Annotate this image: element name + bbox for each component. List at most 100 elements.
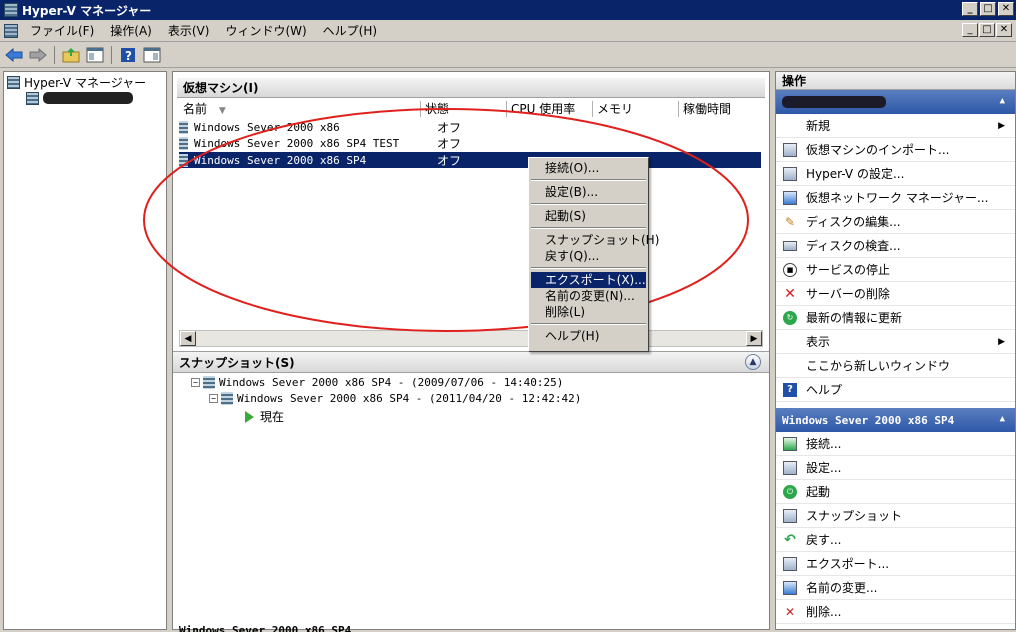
vm-action-revert[interactable]: ↶ 戻す... xyxy=(776,528,1015,552)
server-icon xyxy=(26,91,39,105)
scroll-right-icon[interactable]: ▶ xyxy=(746,331,762,346)
context-start[interactable]: 起動(S) xyxy=(529,208,648,224)
vm-action-start[interactable]: ⏻ 起動 xyxy=(776,480,1015,504)
forward-button[interactable] xyxy=(28,45,48,65)
edit-disk-icon: ✎ xyxy=(784,214,796,229)
toolbar-separator xyxy=(54,45,55,64)
menu-action[interactable]: 操作(A) xyxy=(102,22,160,39)
context-settings[interactable]: 設定(B)... xyxy=(529,184,648,200)
action-hyperv-settings[interactable]: Hyper-V の設定... xyxy=(776,162,1015,186)
redacted-server-name xyxy=(782,96,886,108)
column-memory[interactable]: メモリ xyxy=(593,101,679,117)
import-icon xyxy=(782,142,798,158)
vm-row[interactable]: Windows Sever 2000 x86 オフ xyxy=(179,119,761,135)
action-stop-service[interactable]: ■ サービスの停止 xyxy=(776,258,1015,282)
context-export[interactable]: エクスポート(X)... xyxy=(531,272,646,288)
tree-item-server[interactable] xyxy=(4,90,166,106)
context-snapshot[interactable]: スナップショット(H) xyxy=(529,232,659,248)
toolbar: ? xyxy=(0,42,1016,68)
action-virtual-network-manager[interactable]: 仮想ネットワーク マネージャー... xyxy=(776,186,1015,210)
forward-arrow-icon xyxy=(29,47,47,62)
vm-action-rename[interactable]: 名前の変更... xyxy=(776,576,1015,600)
vm-action-delete[interactable]: ✕ 削除... xyxy=(776,600,1015,624)
menu-view[interactable]: 表示(V) xyxy=(160,22,218,39)
context-rename[interactable]: 名前の変更(N)... xyxy=(529,288,648,304)
center-pane: 仮想マシン(I) 名前 ▼ 状態 CPU 使用率 メモリ 稼働時間 Window… xyxy=(172,71,770,632)
column-cpu[interactable]: CPU 使用率 xyxy=(507,101,593,117)
close-button[interactable]: ✕ xyxy=(998,2,1014,16)
scroll-left-icon[interactable]: ◀ xyxy=(180,331,196,346)
collapse-caret-icon[interactable]: ▲ xyxy=(1000,96,1005,106)
snapshot-item[interactable]: − Windows Sever 2000 x86 SP4 - (2009/07/… xyxy=(191,376,563,389)
window-title: Hyper-V マネージャー xyxy=(22,3,152,18)
console-tree: Hyper-V マネージャー xyxy=(3,71,167,630)
vm-column-headers: 名前 ▼ 状態 CPU 使用率 メモリ 稼働時間 xyxy=(179,101,765,117)
menu-separator xyxy=(531,323,646,325)
document-icon[interactable] xyxy=(4,23,18,38)
menu-window[interactable]: ウィンドウ(W) xyxy=(217,22,314,39)
action-inspect-disk[interactable]: ディスクの検査... xyxy=(776,234,1015,258)
menu-help[interactable]: ヘルプ(H) xyxy=(315,22,385,39)
horizontal-scrollbar[interactable]: ◀ ▶ xyxy=(179,330,763,347)
vm-action-snapshot[interactable]: スナップショット xyxy=(776,504,1015,528)
snapshot-current[interactable]: 現在 xyxy=(245,408,284,425)
context-delete[interactable]: 削除(L) xyxy=(529,304,648,320)
snapshot-item[interactable]: − Windows Sever 2000 x86 SP4 - (2011/04/… xyxy=(209,392,581,405)
show-hide-action-pane-button[interactable] xyxy=(142,45,162,65)
connect-icon xyxy=(782,436,798,452)
delete-x-icon: ✕ xyxy=(784,285,796,302)
vm-row-selected[interactable]: Windows Sever 2000 x86 SP4 オフ xyxy=(179,152,761,168)
action-import-vm[interactable]: 仮想マシンのインポート... xyxy=(776,138,1015,162)
column-state[interactable]: 状態 xyxy=(421,101,507,117)
vm-action-settings[interactable]: 設定... xyxy=(776,456,1015,480)
tree-item-root[interactable]: Hyper-V マネージャー xyxy=(4,74,166,90)
context-menu: 接続(O)... 設定(B)... 起動(S) スナップショット(H) 戻す(Q… xyxy=(528,157,659,352)
vm-action-group-header[interactable]: Windows Sever 2000 x86 SP4 ▲ xyxy=(776,408,1015,432)
show-hide-tree-button[interactable] xyxy=(85,45,105,65)
settings-icon xyxy=(782,460,798,476)
child-close-button[interactable]: ✕ xyxy=(996,23,1012,37)
context-revert[interactable]: 戻す(Q)... xyxy=(529,248,648,264)
snapshot-label: Windows Sever 2000 x86 SP4 - (2011/04/20… xyxy=(237,392,582,405)
snapshot-icon xyxy=(221,392,233,405)
tree-collapse-icon[interactable]: − xyxy=(209,394,218,403)
submenu-arrow-icon: ▶ xyxy=(998,120,1005,131)
collapse-caret-icon[interactable]: ▲ xyxy=(1000,414,1005,424)
child-window-controls: _ □ ✕ xyxy=(962,23,1012,37)
child-restore-button[interactable]: □ xyxy=(979,23,995,37)
server-action-group-header[interactable]: ▲ xyxy=(776,90,1015,114)
up-folder-button[interactable] xyxy=(61,45,81,65)
vm-action-export[interactable]: エクスポート... xyxy=(776,552,1015,576)
action-refresh[interactable]: ↻ 最新の情報に更新 xyxy=(776,306,1015,330)
minimize-button[interactable]: _ xyxy=(962,2,978,16)
action-edit-disk[interactable]: ✎ ディスクの編集... xyxy=(776,210,1015,234)
stop-icon: ■ xyxy=(782,262,798,278)
context-help[interactable]: ヘルプ(H) xyxy=(529,328,648,344)
vm-action-connect[interactable]: 接続... xyxy=(776,432,1015,456)
child-minimize-button[interactable]: _ xyxy=(962,23,978,37)
tree-collapse-icon[interactable]: − xyxy=(191,378,200,387)
back-button[interactable] xyxy=(4,45,24,65)
column-uptime[interactable]: 稼働時間 xyxy=(679,101,765,117)
snapshot-current-label: 現在 xyxy=(260,410,285,424)
vm-row[interactable]: Windows Sever 2000 x86 SP4 TEST オフ xyxy=(179,135,761,151)
menu-file[interactable]: ファイル(F) xyxy=(22,22,102,39)
blank-icon xyxy=(782,334,798,350)
snapshot-label: Windows Sever 2000 x86 SP4 - (2009/07/06… xyxy=(219,376,564,389)
context-connect[interactable]: 接続(O)... xyxy=(529,160,648,176)
maximize-button[interactable]: □ xyxy=(980,2,996,16)
column-name[interactable]: 名前 ▼ xyxy=(179,101,421,117)
action-new-window[interactable]: ここから新しいウィンドウ xyxy=(776,354,1015,378)
collapse-up-icon[interactable]: ▲ xyxy=(745,354,761,370)
menu-bar: ファイル(F) 操作(A) 表示(V) ウィンドウ(W) ヘルプ(H) _ □ … xyxy=(0,20,1016,42)
details-section-title: Windows Sever 2000 x86 SP4 xyxy=(179,624,352,632)
action-view[interactable]: 表示 ▶ xyxy=(776,330,1015,354)
help-button[interactable]: ? xyxy=(118,45,138,65)
rename-icon xyxy=(782,580,798,596)
action-new[interactable]: 新規 ▶ xyxy=(776,114,1015,138)
blank-icon xyxy=(782,358,798,374)
hyperv-app-icon xyxy=(4,3,18,17)
up-folder-icon xyxy=(62,47,80,62)
action-remove-server[interactable]: ✕ サーバーの削除 xyxy=(776,282,1015,306)
action-help[interactable]: ? ヘルプ xyxy=(776,378,1015,402)
